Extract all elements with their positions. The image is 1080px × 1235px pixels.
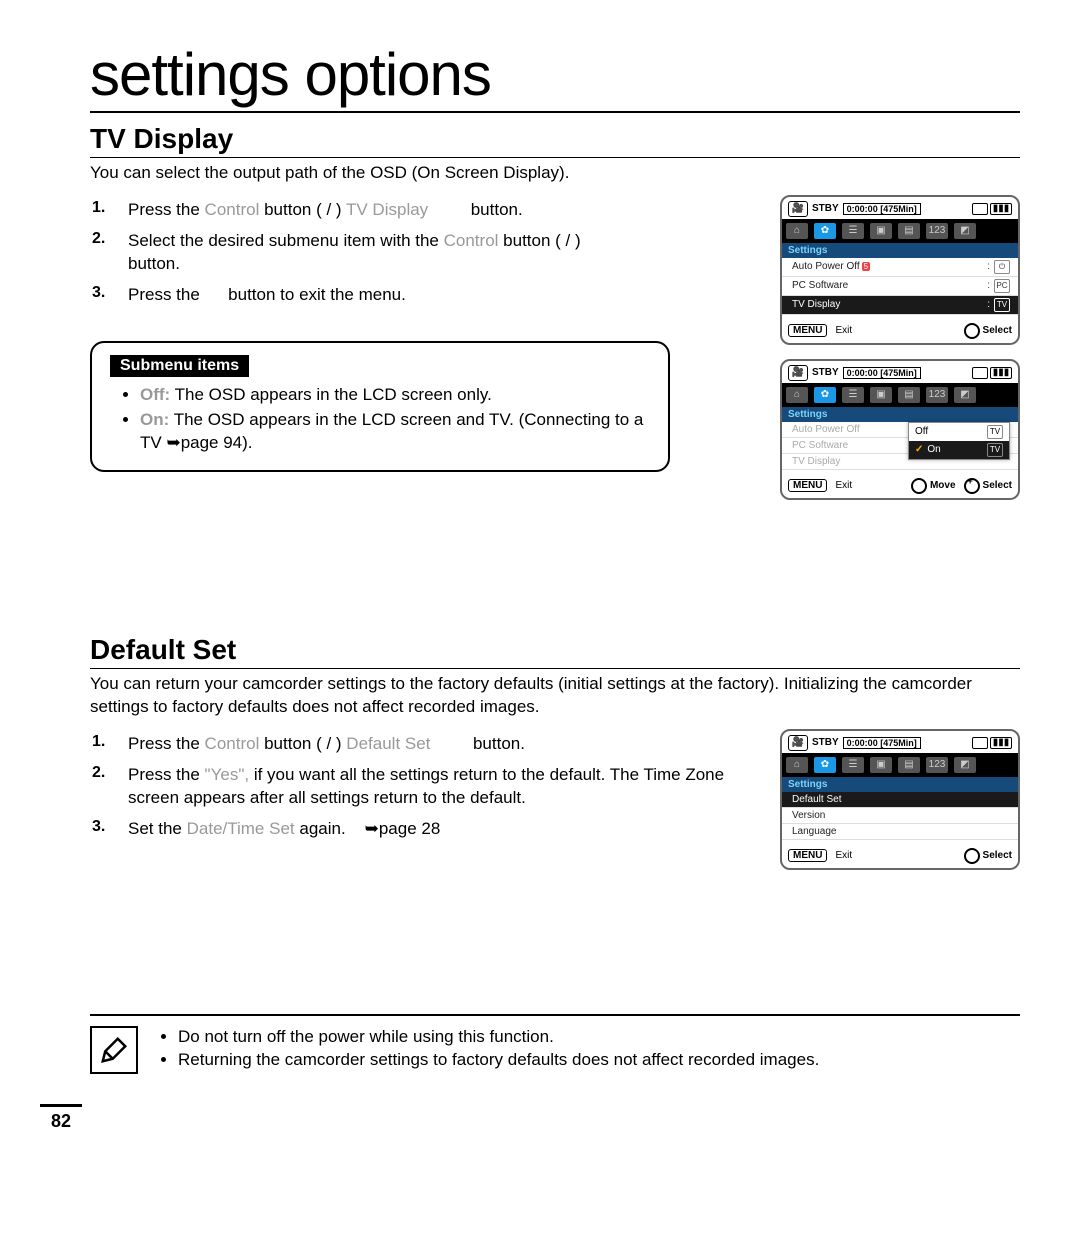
note-item: Returning the camcorder settings to fact… — [178, 1049, 819, 1072]
menu-button-icon: MENU — [788, 324, 827, 337]
page-number: 82 — [40, 1104, 82, 1132]
osd-screenshot-settings: 🎥 STBY 0:00:00 [475Min] ▮▮▮ ⌂✿☰▣▤123◩ Se… — [780, 195, 1020, 345]
default-set-heading: Default Set — [90, 634, 1020, 669]
note-block: Do not turn off the power while using th… — [90, 1026, 1020, 1074]
default-set-section: Default Set You can return your camcorde… — [90, 634, 1020, 884]
submenu-items-box: Submenu items Off: The OSD appears in th… — [90, 341, 670, 472]
battery-icon: ▮▮▮ — [990, 203, 1012, 215]
camcorder-icon: 🎥 — [788, 201, 808, 217]
tv-display-heading: TV Display — [90, 123, 1020, 158]
card-icon — [972, 203, 988, 215]
note-item: Do not turn off the power while using th… — [178, 1026, 819, 1049]
tv-display-popup: OffTV ✓OnTV — [908, 422, 1010, 460]
tv-display-desc: You can select the output path of the OS… — [90, 162, 1020, 185]
page-title: settings options — [90, 40, 1020, 113]
submenu-items-label: Submenu items — [110, 355, 249, 377]
default-set-desc: You can return your camcorder settings t… — [90, 673, 1020, 719]
default-set-steps: 1. Press the Control button ( / ) Defaul… — [90, 729, 760, 845]
note-icon — [90, 1026, 138, 1074]
divider — [90, 1014, 1020, 1016]
tv-display-section: TV Display You can select the output pat… — [90, 123, 1020, 514]
osd-screenshot-tv-display-options: 🎥 STBY 0:00:00 [475Min] ▮▮▮ ⌂✿☰▣▤123◩ Se… — [780, 359, 1020, 500]
tab-bar: ⌂✿☰▣▤123◩ — [782, 219, 1018, 243]
osd-screenshot-default-set: 🎥 STBY 0:00:00 [475Min] ▮▮▮ ⌂✿☰▣▤123◩ Se… — [780, 729, 1020, 870]
settings-tab-label: Settings — [782, 243, 1018, 258]
tv-display-steps: 1. Press the Control button ( / ) TV Dis… — [90, 195, 760, 311]
